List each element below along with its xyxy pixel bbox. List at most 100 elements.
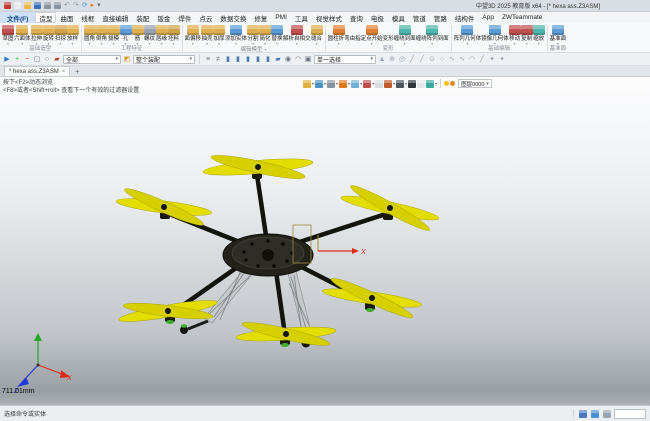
remove-pick-icon[interactable]: − — [23, 55, 31, 64]
ribbon-button-thread[interactable]: 螺纹▾ — [144, 24, 156, 46]
render-mode-icon[interactable] — [339, 80, 347, 88]
ribbon-button-pattern-geometry[interactable]: 阵列几何体▾ — [454, 24, 482, 46]
menu-tab-pmi[interactable]: PMI — [271, 12, 291, 23]
close-tab-icon[interactable]: × — [62, 69, 66, 75]
play-icon[interactable]: ▸ — [91, 2, 95, 10]
select-cursor-icon[interactable]: ▶ — [3, 55, 11, 64]
pick-component-icon[interactable]: ▮ — [264, 55, 272, 64]
ribbon-button-lip[interactable]: 唇缘▾ — [156, 24, 168, 46]
pick-face-icon[interactable]: ▮ — [244, 55, 252, 64]
visual-style-icon[interactable] — [426, 80, 434, 88]
print-icon[interactable] — [54, 2, 61, 9]
pick-star2-icon[interactable]: ✦ — [498, 55, 506, 64]
ribbon-button-stock[interactable]: 坯料▾ — [168, 24, 180, 46]
ribbon-button-draft[interactable]: 拔模▾ — [108, 24, 120, 46]
menu-tab-mold[interactable]: 模具 — [388, 12, 409, 23]
ribbon-button-wrap-to-face[interactable]: 缠绕到面▾ — [394, 24, 416, 46]
menu-tab-point-cloud[interactable]: 点云 — [195, 12, 216, 23]
status-input-field[interactable] — [614, 409, 646, 419]
pick-spline-icon[interactable]: ∿ — [448, 55, 456, 64]
orient-view-icon[interactable] — [363, 80, 371, 88]
menu-tab-sheet-metal[interactable]: 钣金 — [153, 12, 174, 23]
menu-tab-wireframe[interactable]: 线框 — [77, 12, 98, 23]
app-logo[interactable] — [4, 2, 11, 9]
window-pick-icon[interactable]: ▢ — [33, 55, 41, 64]
assembly-context-icon[interactable]: ◩ — [123, 55, 131, 64]
ribbon-button-simplify[interactable]: 简化▾ — [259, 24, 271, 46]
pick-curve-icon[interactable]: ◠ — [294, 55, 302, 64]
viewport-split-icon[interactable] — [417, 80, 425, 88]
section-view-icon[interactable] — [384, 80, 392, 88]
ribbon-button-wrap-pattern-to-face[interactable]: 缠绕阵列到面▾ — [416, 24, 449, 46]
ribbon-button-copy[interactable]: 复制▾ — [521, 24, 533, 46]
group-expand-icon[interactable]: ▾ — [265, 47, 267, 52]
pick-feature-icon[interactable]: ▰ — [274, 55, 282, 64]
pick-circle-filter-icon[interactable]: ⊙ — [428, 55, 436, 64]
display-mode-icon[interactable] — [396, 80, 404, 88]
pick-line-icon[interactable]: ╱ — [408, 55, 416, 64]
filter-clear-icon[interactable]: ≠ — [214, 55, 222, 64]
pick-crossing-icon[interactable]: ◎ — [398, 55, 406, 64]
document-tab[interactable]: * hexa ass.Z3ASM × — [4, 66, 70, 76]
selection-mode-combo[interactable]: 单一选择▾ — [314, 55, 376, 64]
pick-star-icon[interactable]: ✦ — [488, 55, 496, 64]
ribbon-button-scale[interactable]: 缩放▾ — [533, 24, 545, 46]
show-toolbar-icon[interactable] — [579, 410, 587, 418]
ribbon-button-hole[interactable]: 孔▾ — [120, 24, 132, 46]
menu-tab-electrode[interactable]: 电极 — [367, 12, 388, 23]
ribbon-button-resolve-self-intersection[interactable]: 解析自相交▾ — [283, 24, 311, 46]
menu-tab-direct-edit[interactable]: 直接编辑 — [98, 12, 132, 23]
ribbon-button-fillet[interactable]: 圆角▾ — [84, 24, 96, 46]
menu-tab-shape[interactable]: 造型 — [35, 12, 56, 23]
menu-tab-zwteammate[interactable]: ZWTeammate — [498, 12, 546, 23]
new-tab-button[interactable]: + — [72, 69, 82, 76]
ribbon-button-loft[interactable]: 放样▾ — [67, 24, 79, 46]
ribbon-button-datum-plane[interactable]: 基准面▾ — [550, 24, 567, 46]
pick-polyline-icon[interactable]: ╱ — [418, 55, 426, 64]
menu-tab-repair[interactable]: 修复 — [250, 12, 271, 23]
menu-tab-data-exchange[interactable]: 数据交换 — [216, 12, 250, 23]
pick-shape-icon[interactable]: ▮ — [254, 55, 262, 64]
viewport[interactable]: 按下<F2>动态浏览 <F8>或者<Shift+roll> 查看下一个有效的过滤… — [0, 77, 650, 405]
ribbon-button-replace[interactable]: 替换▾ — [271, 24, 283, 46]
ribbon-button-mirror-geometry[interactable]: 镜像几何体▾ — [481, 24, 509, 46]
ribbon-button-revolve[interactable]: 旋转▾ — [43, 24, 55, 46]
pick-all-icon[interactable]: ▣ — [304, 55, 312, 64]
menu-tab-weldment[interactable]: 焊件 — [174, 12, 195, 23]
ribbon-button-thicken[interactable]: 加厚▾ — [213, 24, 225, 46]
ribbon-button-move[interactable]: 移动▾ — [509, 24, 521, 46]
plane-display-icon[interactable] — [375, 80, 383, 88]
layer-color-icon[interactable] — [450, 81, 455, 86]
ribbon-button-shell[interactable]: 抽壳▾ — [201, 24, 213, 46]
view-manager-icon[interactable] — [303, 80, 311, 88]
customize-quick-access-icon[interactable]: ▾ — [97, 2, 101, 10]
pick-curvelist-icon[interactable]: ∿ — [458, 55, 466, 64]
undo-icon[interactable]: ↶ — [64, 2, 70, 10]
new-file-icon[interactable] — [14, 2, 21, 9]
ribbon-button-block[interactable]: 六面体▾ — [14, 24, 31, 46]
menu-tab-piping[interactable]: 管道 — [409, 12, 430, 23]
filter-scope-combo[interactable]: 全部▾ — [63, 55, 121, 64]
save-icon[interactable] — [34, 2, 41, 9]
pick-last-icon[interactable]: ▲ — [378, 55, 386, 64]
pick-vertex-icon[interactable]: ▮ — [224, 55, 232, 64]
redo-icon[interactable]: ↷ — [73, 2, 79, 10]
ribbon-button-sketch[interactable]: 草图▾ — [2, 24, 14, 46]
menu-tab-tools[interactable]: 工具 — [291, 12, 312, 23]
menu-tab-app[interactable]: App — [478, 12, 498, 23]
pick-segment-icon[interactable]: ╱ — [478, 55, 486, 64]
pick-inside-icon[interactable]: ⊕ — [388, 55, 396, 64]
ribbon-button-sweep[interactable]: 扫掠▾ — [55, 24, 67, 46]
ribbon-button-cylinder-bend[interactable]: 圆柱折弯▾ — [328, 24, 350, 46]
ribbon-button-deform-by-point[interactable]: 由指定点开始变形▾ — [350, 24, 394, 46]
command-log-icon[interactable] — [603, 410, 611, 418]
screen-mode-icon[interactable] — [591, 410, 599, 418]
ribbon-button-chamfer[interactable]: 倒角▾ — [96, 24, 108, 46]
hide-bar-icon[interactable] — [408, 80, 416, 88]
menu-tab-inquire[interactable]: 查询 — [346, 12, 367, 23]
pick-point-icon[interactable]: ◉ — [284, 55, 292, 64]
regen-icon[interactable]: ⟳ — [82, 2, 88, 10]
circle-pick-icon[interactable]: ○ — [43, 55, 51, 64]
ribbon-button-divide[interactable]: 分割▾ — [247, 24, 259, 46]
assembly-scope-combo[interactable]: 整个装配▾ — [133, 55, 195, 64]
